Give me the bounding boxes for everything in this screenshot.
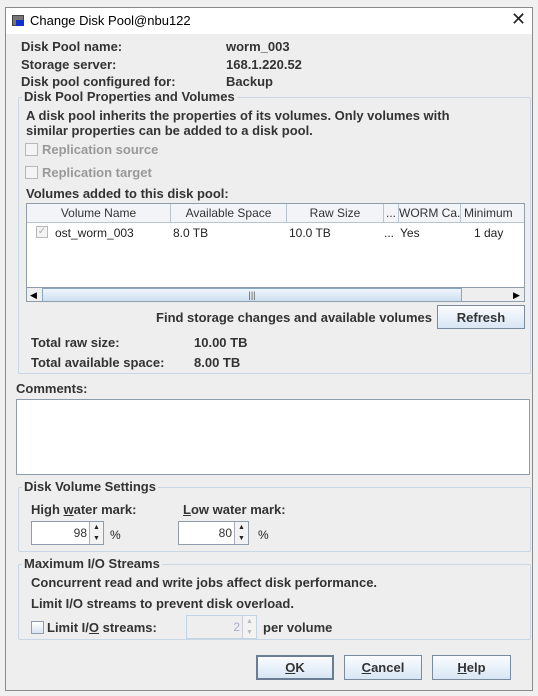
- limit-io-checkbox[interactable]: [31, 621, 44, 634]
- ok-button[interactable]: OK: [256, 655, 334, 680]
- refresh-button[interactable]: Refresh: [437, 305, 525, 329]
- io-desc-1: Concurrent read and write jobs affect di…: [31, 575, 378, 590]
- low-water-value[interactable]: 80: [219, 526, 232, 540]
- comments-label: Comments:: [16, 381, 88, 396]
- server-label: Storage server:: [21, 57, 117, 72]
- title-bar: Change Disk Pool@nbu122 ✕: [6, 8, 532, 34]
- column-header-volume-name[interactable]: Volume Name: [27, 204, 171, 222]
- change-disk-pool-dialog: Change Disk Pool@nbu122 ✕ Disk Pool name…: [5, 7, 533, 691]
- volume-checkbox[interactable]: ✓: [36, 226, 48, 238]
- high-water-unit: %: [110, 528, 121, 542]
- comments-textarea[interactable]: [16, 399, 530, 475]
- replication-target-label: Replication target: [42, 165, 152, 180]
- scroll-right-icon[interactable]: ▶: [513, 288, 520, 301]
- high-water-spinner[interactable]: 98 ▲ ▼: [31, 521, 104, 545]
- column-header-hidden[interactable]: ...: [384, 204, 399, 222]
- properties-desc: A disk pool inherits the properties of i…: [26, 108, 450, 123]
- disk-volume-group-title: Disk Volume Settings: [22, 479, 158, 494]
- limit-io-spinner[interactable]: 2 ▲ ▼: [186, 615, 257, 639]
- pool-name-value: worm_003: [226, 39, 290, 54]
- spinner-arrows-icon[interactable]: ▲ ▼: [242, 616, 256, 638]
- volumes-table: Volume Name Available Space Raw Size ...…: [26, 203, 525, 302]
- volumes-label: Volumes added to this disk pool:: [26, 186, 229, 201]
- pool-name-label: Disk Pool name:: [21, 39, 123, 54]
- total-raw-value: 10.00 TB: [194, 335, 248, 350]
- column-header-available-space[interactable]: Available Space: [171, 204, 287, 222]
- spinner-arrows-icon[interactable]: ▲ ▼: [234, 522, 248, 544]
- minimum-cell: 1 day: [474, 226, 504, 240]
- scrollbar-thumb[interactable]: |||: [42, 288, 462, 301]
- hidden-cell: ...: [384, 226, 395, 240]
- properties-desc-2: similar properties can be added to a dis…: [26, 123, 313, 138]
- low-water-label: Low water mark:: [183, 502, 286, 517]
- limit-io-label: Limit I/O streams:: [47, 620, 157, 635]
- total-available-value: 8.00 TB: [194, 355, 241, 370]
- limit-io-value[interactable]: 2: [233, 620, 240, 634]
- replication-source-label: Replication source: [42, 142, 159, 157]
- per-volume-label: per volume: [263, 620, 333, 635]
- io-streams-group-title: Maximum I/O Streams: [22, 556, 162, 571]
- cancel-button[interactable]: Cancel: [344, 655, 422, 680]
- scroll-left-icon[interactable]: ◀: [30, 288, 37, 301]
- high-water-label: High water mark:: [31, 502, 137, 517]
- table-header: Volume Name Available Space Raw Size ...…: [27, 204, 524, 223]
- worm-cell: Yes: [400, 226, 420, 240]
- app-window-icon: [12, 15, 24, 26]
- help-button[interactable]: Help: [432, 655, 511, 680]
- total-raw-label: Total raw size:: [31, 335, 120, 350]
- total-available-label: Total available space:: [31, 355, 165, 370]
- replication-source-checkbox[interactable]: [25, 143, 38, 156]
- low-water-spinner[interactable]: 80 ▲ ▼: [178, 521, 249, 545]
- properties-group-title: Disk Pool Properties and Volumes: [22, 89, 237, 104]
- column-header-minimum[interactable]: Minimum: [461, 204, 524, 222]
- volume-name-cell: ost_worm_003: [55, 226, 134, 240]
- high-water-value[interactable]: 98: [74, 526, 87, 540]
- io-desc-2: Limit I/O streams to prevent disk overlo…: [31, 596, 294, 611]
- configured-label: Disk pool configured for:: [21, 74, 176, 89]
- server-value: 168.1.220.52: [226, 57, 302, 72]
- spinner-arrows-icon[interactable]: ▲ ▼: [89, 522, 103, 544]
- configured-value: Backup: [226, 74, 273, 89]
- close-icon[interactable]: ✕: [511, 9, 526, 30]
- replication-target-checkbox[interactable]: [25, 166, 38, 179]
- low-water-unit: %: [258, 528, 269, 542]
- find-storage-label: Find storage changes and available volum…: [156, 310, 432, 325]
- raw-size-cell: 10.0 TB: [289, 226, 331, 240]
- column-header-worm[interactable]: WORM Ca...: [399, 204, 461, 222]
- column-header-raw-size[interactable]: Raw Size: [287, 204, 384, 222]
- available-space-cell: 8.0 TB: [173, 226, 209, 240]
- window-title: Change Disk Pool@nbu122: [30, 13, 191, 28]
- horizontal-scrollbar[interactable]: ◀ ||| ▶: [27, 287, 524, 301]
- table-row[interactable]: ✓ ost_worm_003 8.0 TB 10.0 TB ... Yes 1 …: [27, 224, 524, 242]
